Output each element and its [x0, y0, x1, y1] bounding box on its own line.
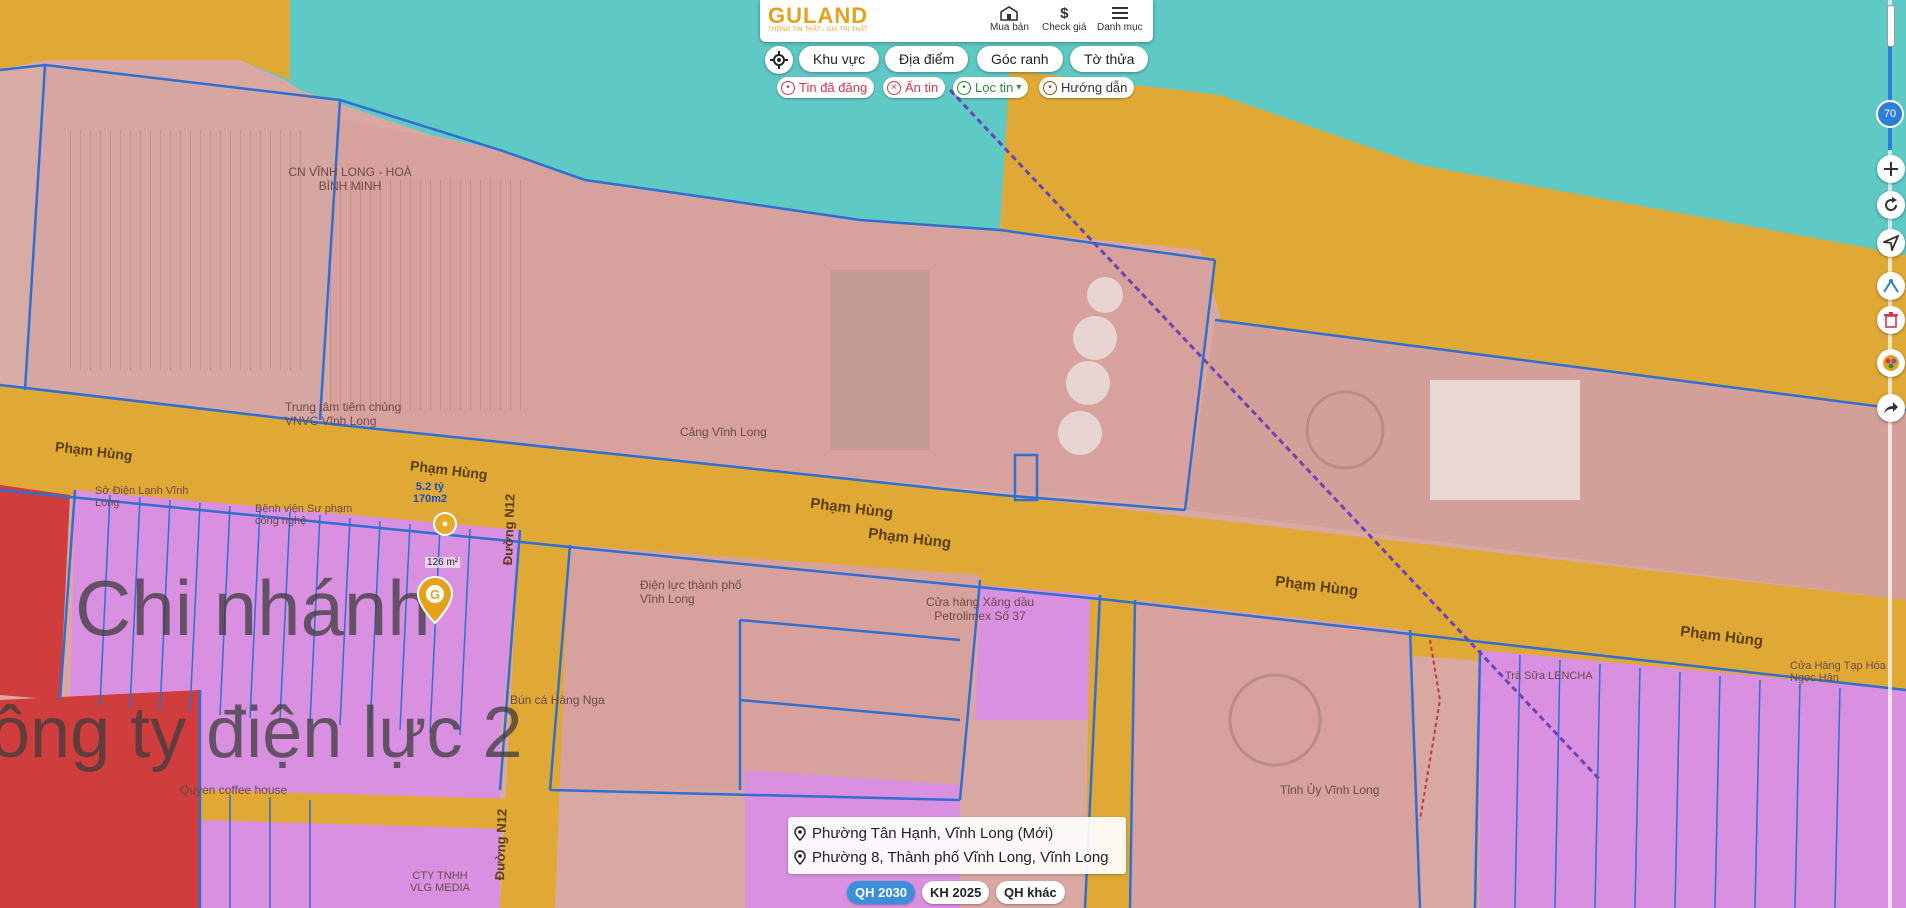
storage-tank	[1058, 411, 1102, 455]
locate-me-button[interactable]	[765, 46, 793, 74]
zoom-in-button[interactable]	[1877, 155, 1905, 183]
storage-tank	[1066, 361, 1110, 405]
nav-label: Check giá	[1042, 22, 1087, 33]
layers-button[interactable]	[1877, 349, 1905, 377]
location-pin-icon	[794, 849, 806, 865]
chevron-down-icon: ▾	[1016, 82, 1022, 93]
measure-icon	[1883, 279, 1899, 293]
delete-button[interactable]	[1877, 306, 1905, 334]
dollar-icon: $	[1060, 4, 1069, 22]
public-block	[0, 485, 70, 700]
filter-label: Hướng dẫn	[1061, 80, 1128, 95]
map-canvas[interactable]	[0, 0, 1906, 908]
address-new: Phường Tân Hạnh, Vĩnh Long (Mới)	[812, 824, 1054, 842]
guide-icon: •	[1043, 80, 1057, 95]
warehouse-roof	[70, 130, 310, 370]
top-bar: GULAND THÔNG TIN THẬT - GIÁ TRỊ THẬT Mua…	[760, 0, 1153, 42]
tab-to-thua[interactable]: Tờ thửa	[1070, 46, 1149, 72]
nav-label: Danh mục	[1097, 22, 1143, 33]
warehouse-roof	[830, 270, 930, 450]
layers-icon	[1883, 355, 1899, 371]
address-row: Phường Tân Hạnh, Vĩnh Long (Mới)	[788, 821, 1126, 845]
pin-icon: •	[781, 80, 795, 95]
residential-block-mid	[975, 585, 1100, 720]
nav-label: Mua bán	[990, 22, 1029, 33]
locate-icon	[1883, 235, 1899, 251]
tab-dia-diem[interactable]: Địa điểm	[885, 46, 969, 72]
address-old: Phường 8, Thành phố Vĩnh Long, Vĩnh Long	[812, 848, 1109, 866]
filter-label: Ẩn tin	[905, 80, 939, 95]
tab-qh-khac[interactable]: QH khác	[996, 881, 1065, 904]
tab-goc-ranh[interactable]: Góc ranh	[977, 46, 1063, 72]
tab-khu-vuc[interactable]: Khu vực	[799, 46, 880, 72]
share-icon	[1884, 402, 1898, 414]
nav-check-gia[interactable]: $ Check giá	[1042, 4, 1087, 34]
refresh-button[interactable]	[1877, 191, 1905, 219]
svg-text:G: G	[430, 587, 440, 602]
filter-tin-da-dang[interactable]: • Tin đã đăng	[777, 77, 875, 98]
measure-button[interactable]	[1877, 272, 1905, 300]
logo-name: GULAND	[768, 3, 869, 28]
government-block	[1130, 600, 1420, 908]
close-circle-icon: ×	[887, 80, 901, 95]
trash-icon	[1884, 312, 1898, 328]
address-panel: Phường Tân Hạnh, Vĩnh Long (Mới) Phường …	[788, 817, 1126, 874]
tab-kh-2025[interactable]: KH 2025	[922, 881, 990, 904]
storage-tank	[1087, 277, 1123, 313]
storage-tank	[1073, 316, 1117, 360]
filter-an-tin[interactable]: × Ẩn tin	[883, 77, 946, 98]
guland-pin-icon[interactable]: G	[416, 575, 454, 625]
address-row: Phường 8, Thành phố Vĩnh Long, Vĩnh Long	[788, 845, 1126, 869]
listing-price-tag[interactable]: 5.2 tỷ 170m2	[405, 481, 455, 505]
filter-loc-tin[interactable]: • Lọc tin ▾	[953, 77, 1029, 98]
tab-qh-2030[interactable]: QH 2030	[847, 881, 916, 904]
logo[interactable]: GULAND THÔNG TIN THẬT - GIÁ TRỊ THẬT	[768, 3, 869, 34]
opacity-slider-fill	[1888, 30, 1892, 150]
crosshair-icon	[770, 51, 788, 69]
filter-icon: •	[957, 80, 971, 95]
refresh-icon	[1885, 197, 1898, 212]
location-pin-icon	[794, 825, 806, 841]
lot-area-label: 126 m²	[425, 557, 461, 568]
residential-block-east	[1480, 650, 1906, 908]
filter-huong-dan[interactable]: • Hướng dẫn	[1039, 77, 1135, 98]
public-block-south	[0, 690, 200, 908]
opacity-slider-handle[interactable]	[1887, 5, 1895, 47]
zoom-in-icon	[1884, 162, 1898, 176]
share-button[interactable]	[1877, 394, 1905, 422]
filter-label: Tin đã đăng	[799, 80, 868, 95]
nav-danh-muc[interactable]: Danh mục	[1097, 4, 1143, 33]
plaza-building	[1430, 380, 1580, 500]
filter-label: Lọc tin	[975, 80, 1014, 95]
navigate-button[interactable]	[1877, 229, 1905, 257]
user-marker-icon[interactable]: ●	[433, 512, 457, 536]
nav-mua-ban[interactable]: Mua bán	[990, 4, 1029, 33]
logo-tagline: THÔNG TIN THẬT - GIÁ TRỊ THẬT	[768, 27, 868, 33]
warehouse-roof	[330, 180, 530, 410]
shop-icon	[999, 4, 1019, 22]
opacity-value-badge[interactable]: 70	[1876, 100, 1904, 128]
menu-icon	[1111, 4, 1128, 22]
listing-area: 170m2	[412, 493, 448, 505]
listing-price: 5.2 tỷ	[415, 481, 445, 493]
